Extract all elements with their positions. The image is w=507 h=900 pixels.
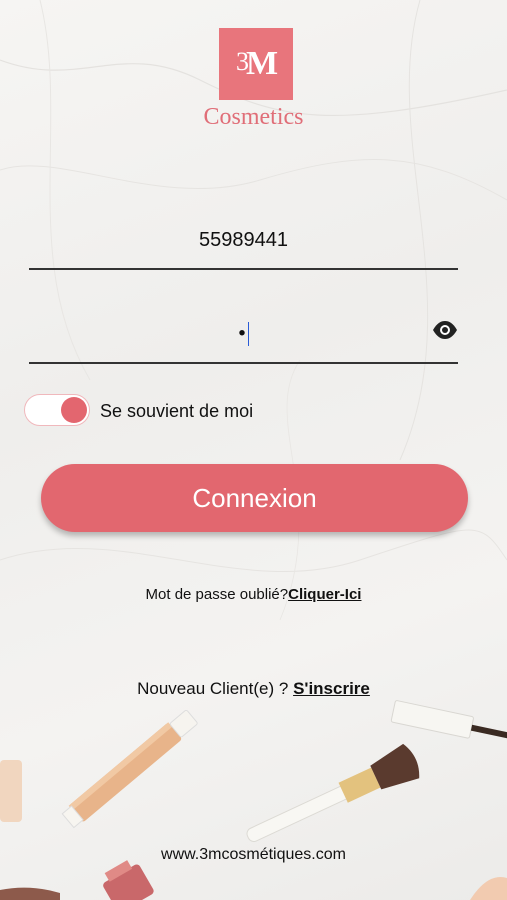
forgot-password: Mot de passe oublié?Cliquer-Ici	[0, 586, 507, 603]
phone-input[interactable]	[29, 220, 458, 260]
mascara-wand-illustration	[390, 700, 507, 739]
concealer-tube-illustration	[61, 709, 198, 829]
logo-mark: 3M	[235, 45, 278, 82]
forgot-password-text: Mot de passe oublié?	[145, 586, 289, 603]
login-button[interactable]: Connexion	[41, 464, 468, 532]
password-field-wrapper: •	[29, 310, 458, 364]
eye-icon[interactable]	[432, 320, 458, 340]
password-mask: •	[238, 322, 246, 345]
compact-illustration	[0, 760, 22, 822]
marble-background	[0, 0, 507, 621]
bottom-right-shape	[470, 876, 507, 900]
password-input[interactable]: •	[29, 322, 458, 346]
register-link[interactable]: S'inscrire	[293, 679, 370, 698]
brand-logo: 3M	[219, 28, 293, 100]
forgot-password-link[interactable]: Cliquer-Ici	[288, 586, 361, 603]
cosmetics-decoration	[0, 700, 507, 900]
remember-me-label: Se souvient de moi	[100, 401, 254, 421]
makeup-brush-illustration	[246, 743, 420, 842]
register-text: Nouveau Client(e) ?	[137, 679, 289, 698]
phone-field-wrapper	[29, 220, 458, 270]
brand-name: Cosmetics	[203, 104, 304, 130]
bottom-left-shape	[0, 887, 60, 900]
toggle-knob	[61, 397, 87, 423]
register-prompt: Nouveau Client(e) ? S'inscrire	[0, 679, 507, 699]
remember-me-toggle[interactable]	[24, 394, 90, 426]
website-link[interactable]: www.3mcosmétiques.com	[0, 846, 507, 864]
text-caret	[247, 322, 249, 346]
